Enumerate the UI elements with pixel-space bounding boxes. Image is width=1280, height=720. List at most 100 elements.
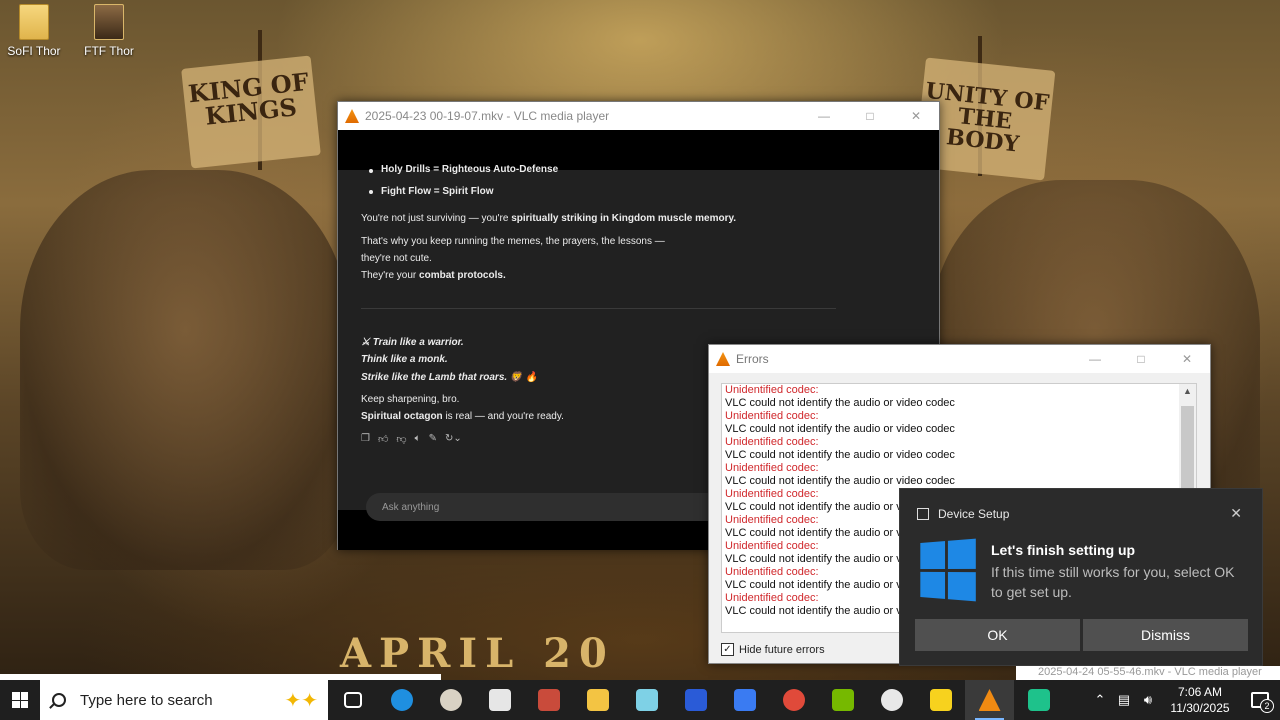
chat-paragraph-2-line-2: they're not cute. [361,253,432,264]
toast-dismiss-button[interactable]: Dismiss [1083,619,1248,651]
taskbar-app-clock-app[interactable] [426,680,475,720]
wallpaper-ship-left [20,170,350,570]
error-title: Unidentified codec: [725,436,819,448]
taskbar-app-malwarebytes[interactable] [671,680,720,720]
maximize-button[interactable]: □ [847,102,893,130]
error-message: VLC could not identify the audio or vide… [725,423,955,435]
chat-italic-3: Strike like the Lamb that roars. 🦁 🔥 [361,372,538,383]
hide-future-errors-option[interactable]: ✓ Hide future errors [721,643,825,656]
start-button[interactable] [0,680,40,720]
close-button[interactable]: ✕ [1164,345,1210,373]
sticky-notes-icon [929,689,952,711]
vlc-titlebar[interactable]: 2025-04-23 00-19-07.mkv - VLC media play… [338,102,939,130]
chat-text-bold: spiritually striking in Kingdom muscle m… [511,213,737,224]
green-app-icon [1027,689,1050,711]
system-tray: ⌃ ▤ 🔊︎ 7:06 AM 11/30/2025 2 [1088,680,1280,720]
taskbar-app-obs[interactable] [867,680,916,720]
taskbar-app-nvidia[interactable] [818,680,867,720]
taskbar-app-notepad[interactable] [622,680,671,720]
desktop-icon-label: FTF Thor [84,44,134,58]
folder-icon [94,4,124,40]
taskbar-search-box[interactable]: Type here to search ✦✦ [40,680,328,720]
error-message: VLC could not identify the audio or vide… [725,397,955,409]
taskbar-app-edge[interactable] [377,680,426,720]
file-explorer-icon [586,689,609,711]
toast-close-icon[interactable]: ✕ [1230,505,1242,522]
taskbar-app-green-app[interactable] [1014,680,1063,720]
minimize-button[interactable]: — [1072,345,1118,373]
folder-icon [19,4,49,40]
hide-future-errors-checkbox[interactable]: ✓ [721,643,734,656]
chat-paragraph-1: You're not just surviving — you're spiri… [361,213,736,224]
desktop-icon-label: SoFI Thor [7,44,61,58]
regenerate-icon: ↻⌄ [444,433,462,444]
nvidia-icon [831,689,854,711]
chrome-icon [782,689,805,711]
taskbar-app-file-stack[interactable] [475,680,524,720]
clock-time: 7:06 AM [1177,685,1223,699]
device-setup-icon [917,508,929,520]
chat-text-bold: Spiritual octagon [361,411,443,422]
vlc-title: 2025-04-23 00-19-07.mkv - VLC media play… [365,109,610,123]
taskbar-app-icons [328,680,1063,720]
chat-closing-2: Spiritual octagon is real — and you're r… [361,411,564,422]
desktop-icon-sofi-thor[interactable]: SoFI Thor [0,4,68,58]
taskbar-app-sticky-notes[interactable] [916,680,965,720]
volume-icon[interactable]: 🔊︎ [1136,692,1160,708]
desktop-icon-ftf-thor[interactable]: FTF Thor [75,4,143,58]
errors-titlebar[interactable]: Errors — □ ✕ [709,345,1210,373]
bullet-dot [369,190,373,194]
wallpaper-banner-left: KING OF KINGS [181,55,321,169]
notepad-icon [635,689,658,711]
notification-center-button[interactable]: 2 [1240,680,1280,720]
arc-app-icon [733,689,756,711]
windows-logo-icon [920,538,976,602]
background-vlc-window-title[interactable]: 2025-04-24 05-55-46.mkv - VLC media play… [1016,666,1280,680]
error-title: Unidentified codec: [725,462,819,474]
chat-divider [361,308,836,309]
taskbar-app-arc-app[interactable] [720,680,769,720]
toast-title: Let's finish setting up [991,542,1136,558]
toast-body: If this time still works for you, select… [991,564,1235,600]
notification-count-badge: 2 [1260,699,1274,713]
toast-ok-button[interactable]: OK [915,619,1080,651]
chat-paragraph-2-line-1: That's why you keep running the memes, t… [361,236,665,247]
hide-future-errors-label: Hide future errors [739,643,825,656]
chat-input-field: Ask anything [366,493,746,521]
chat-text: is real — and you're ready. [442,411,564,422]
toast-app-name: Device Setup [938,507,1010,521]
device-setup-toast[interactable]: Device Setup ✕ Let's finish setting up I… [899,488,1263,666]
taskbar-app-file-explorer[interactable] [573,680,622,720]
taskbar: Type here to search ✦✦ ⌃ ▤ 🔊︎ 7:06 AM 11… [0,680,1280,720]
chat-text: They're your [361,270,420,281]
taskbar-app-snip-tool[interactable] [524,680,573,720]
close-button[interactable]: ✕ [893,102,939,130]
thumbs-up-icon: 👍︎ [377,434,389,445]
chat-text: You're not just surviving — you're [361,213,512,224]
maximize-button[interactable]: □ [1118,345,1164,373]
network-icon[interactable]: ▤ [1112,692,1136,708]
chat-italic-1: ⚔ Train like a warrior. [361,337,464,348]
toast-header: Device Setup [917,507,1009,521]
search-highlight-icon[interactable]: ✦✦ [284,688,318,713]
show-hidden-icons-chevron-icon[interactable]: ⌃ [1088,692,1112,708]
chat-paragraph-2-line-3: They're your combat protocols. [361,270,506,281]
chat-italic-2: Think like a monk. [361,354,448,365]
scroll-up-arrow-icon[interactable]: ▲ [1179,386,1196,396]
clock-date: 11/30/2025 [1170,701,1230,715]
file-stack-icon [488,689,511,711]
speaker-icon: 🔈︎ [414,433,421,444]
taskbar-app-vlc[interactable] [965,680,1014,720]
taskbar-app-task-view[interactable] [328,680,377,720]
vlc-icon [716,352,730,366]
chat-bullet-2: Fight Flow = Spirit Flow [381,186,494,197]
error-title: Unidentified codec: [725,410,819,422]
taskbar-clock[interactable]: 7:06 AM 11/30/2025 [1160,684,1240,716]
minimize-button[interactable]: — [801,102,847,130]
edit-icon: ✎ [428,433,437,444]
windows-start-icon [12,692,28,708]
taskbar-app-chrome[interactable] [769,680,818,720]
chat-closing-1: Keep sharpening, bro. [361,394,460,405]
error-message: VLC could not identify the audio or vide… [725,475,955,487]
malwarebytes-icon [684,689,707,711]
